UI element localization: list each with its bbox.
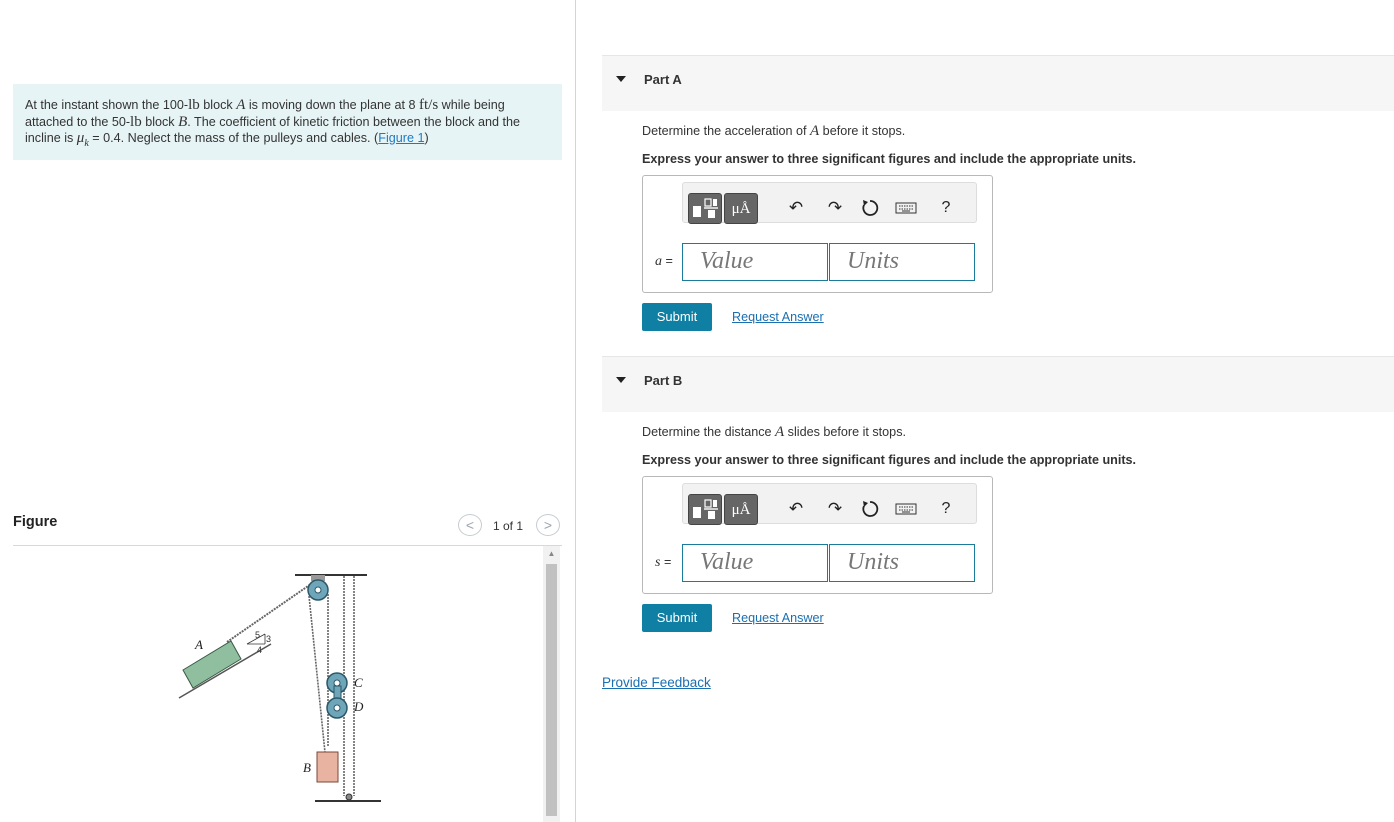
redo-icon[interactable]: ↷ [823,195,847,221]
provide-feedback-link[interactable]: Provide Feedback [602,675,711,690]
part-b-question: Determine the distance A slides before i… [642,424,1382,441]
cable-vertical [308,595,328,773]
part-a-title: Part A [644,72,682,87]
part-b-request-answer-link[interactable]: Request Answer [732,611,824,625]
page: At the instant shown the 100-lb block A … [0,0,1394,822]
figure-viewer: A 5 3 4 C D B [13,546,543,822]
block-b [316,751,339,783]
undo-icon[interactable]: ↶ [784,195,808,221]
math-toolbar: μÅ ↶ ↷ ? [682,182,977,224]
caret-down-icon [616,76,626,82]
figure-title: Figure [13,514,58,530]
label-b: B [303,760,311,775]
figure-prev-button[interactable]: < [458,514,482,536]
chevron-right-icon: > [543,517,553,533]
part-a-request-answer-link[interactable]: Request Answer [732,310,824,324]
variable-label: s = [655,555,671,571]
part-a-instruction: Express your answer to three significant… [642,152,1137,166]
undo-icon[interactable]: ↶ [784,496,808,522]
problem-pane: At the instant shown the 100-lb block A … [0,0,576,822]
part-b-body: Determine the distance A slides before i… [642,424,1382,467]
part-b-answer-box: μÅ ↶ ↷ ? s = Value Units [642,476,993,594]
slope-label-3: 3 [266,634,271,644]
slope-label-4: 4 [257,645,262,655]
reset-icon[interactable] [858,195,882,221]
problem-statement: At the instant shown the 100-lb block A … [13,84,562,160]
part-a-header[interactable]: Part A [602,55,1394,111]
variable-label: a = [655,254,673,270]
figure-link[interactable]: Figure 1 [378,131,424,145]
unit-s: /s [428,97,439,113]
chevron-left-icon: < [465,517,475,533]
value-input[interactable]: Value [682,243,828,281]
part-a-question: Determine the acceleration of A before i… [642,123,1382,140]
equals-sign: = [662,254,673,268]
units-input[interactable]: Units [829,544,975,582]
part-b-title: Part B [644,373,683,388]
pulley-d [326,697,348,719]
figure-scrollbar[interactable]: ▲ [543,546,560,822]
pulley-diagram: A 5 3 4 C D B [178,574,381,802]
problem-text: block [141,114,179,129]
variable-symbol: a [655,254,662,269]
var-a: A [236,97,246,113]
label-d: D [353,699,364,714]
top-pulley [307,575,329,601]
part-b-submit-button[interactable]: Submit [642,604,712,632]
problem-text: is moving down the plane at 8 [245,98,419,112]
problem-text: ) [424,131,429,145]
math-toolbar: μÅ ↶ ↷ ? [682,483,977,525]
label-a: A [194,637,203,652]
block-a [182,640,242,689]
keyboard-icon[interactable] [894,195,918,221]
unit-ft: ft [419,97,429,113]
caret-down-icon [616,377,626,383]
slope-label-5: 5 [255,630,260,640]
question-text: Determine the acceleration of [642,124,811,138]
units-input[interactable]: Units [829,243,975,281]
problem-text: At the instant shown the 100- [25,98,189,112]
question-text: before it stops. [819,124,906,138]
var-a: A [810,123,820,139]
keyboard-icon[interactable] [894,496,918,522]
problem-text: block [199,98,237,112]
part-a-answer-box: μÅ ↶ ↷ ? a = Value Units [642,175,993,293]
label-c: C [354,675,363,690]
answer-pane: Part A Determine the acceleration of A b… [577,0,1394,822]
templates-button[interactable] [688,193,722,224]
figure-next-button[interactable]: > [536,514,560,536]
part-b-instruction: Express your answer to three significant… [642,453,1137,467]
mu-k: μk [77,130,89,149]
reset-icon[interactable] [858,496,882,522]
unit-lb: lb [188,97,200,113]
redo-icon[interactable]: ↷ [823,496,847,522]
var-b: B [178,113,188,130]
part-a-body: Determine the acceleration of A before i… [642,123,1382,166]
template-icon [693,499,718,519]
template-icon [693,198,718,218]
unit-lb: lb [130,113,142,130]
question-text: slides before it stops. [784,425,906,439]
figure-counter: 1 of 1 [493,519,524,533]
equals-sign: = [660,555,672,569]
problem-text: = 0.4. Neglect the mass of the pulleys a… [88,131,379,145]
templates-button[interactable] [688,494,722,525]
units-button[interactable]: μÅ [724,193,758,224]
help-button[interactable]: ? [934,195,958,221]
floor-anchor [345,793,353,801]
units-button[interactable]: μÅ [724,494,758,525]
part-a-submit-button[interactable]: Submit [642,303,712,331]
question-text: Determine the distance [642,425,776,439]
var-a: A [775,424,785,440]
value-input[interactable]: Value [682,544,828,582]
part-b-header[interactable]: Part B [602,356,1394,412]
scroll-thumb[interactable] [546,564,557,816]
help-button[interactable]: ? [934,496,958,522]
scroll-up-arrow-icon[interactable]: ▲ [543,546,560,562]
